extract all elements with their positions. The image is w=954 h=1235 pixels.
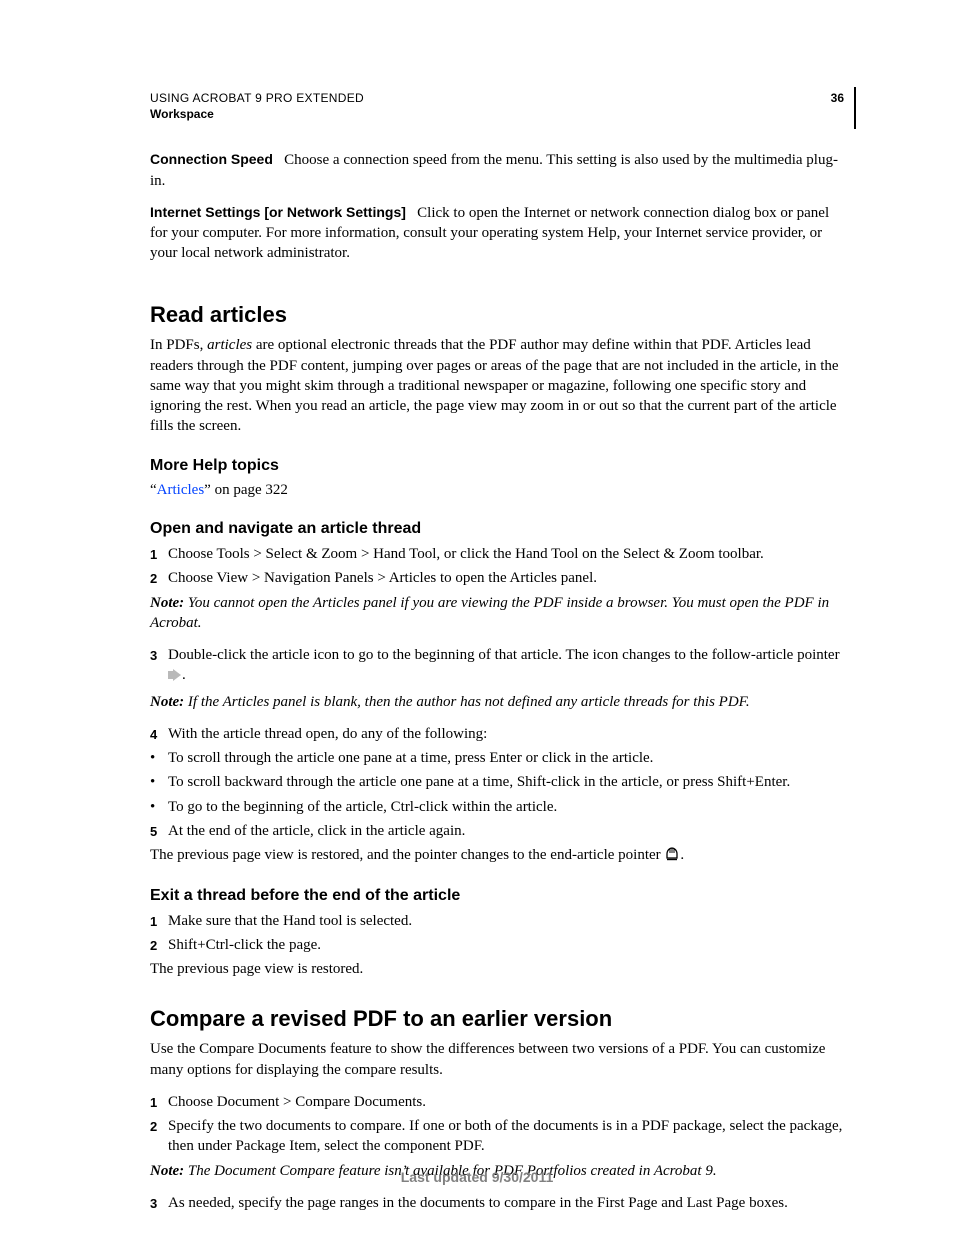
more-help-heading: More Help topics xyxy=(150,455,844,477)
note-browser: Note: You cannot open the Articles panel… xyxy=(150,593,844,634)
step-number: 2 xyxy=(150,568,168,588)
step-number: 2 xyxy=(150,1116,168,1136)
step-5: 5 At the end of the article, click in th… xyxy=(150,821,844,841)
more-help-line: “Articles” on page 322 xyxy=(150,480,844,500)
connection-speed-paragraph: Connection Speed Choose a connection spe… xyxy=(150,150,844,191)
compare-step-3-text: As needed, specify the page ranges in th… xyxy=(168,1193,844,1213)
compare-step-2: 2 Specify the two documents to compare. … xyxy=(150,1116,844,1157)
read-articles-section: Read articles In PDFs, articles are opti… xyxy=(150,300,844,980)
term-articles: articles xyxy=(207,337,252,353)
exit-thread-heading: Exit a thread before the end of the arti… xyxy=(150,885,844,907)
read-articles-heading: Read articles xyxy=(150,300,844,330)
step-5-text: At the end of the article, click in the … xyxy=(168,821,844,841)
compare-heading: Compare a revised PDF to an earlier vers… xyxy=(150,1004,844,1034)
step-3: 3 Double-click the article icon to go to… xyxy=(150,645,844,688)
note-label: Note: xyxy=(150,595,184,611)
step-number: 3 xyxy=(150,1193,168,1213)
header-vertical-rule xyxy=(854,87,856,129)
compare-step-1: 1 Choose Document > Compare Documents. xyxy=(150,1092,844,1112)
bullet-marker: • xyxy=(150,772,168,792)
bullet-scroll-forward: • To scroll through the article one pane… xyxy=(150,748,844,768)
exit-step-2-text: Shift+Ctrl-click the page. xyxy=(168,935,844,955)
bullet-text: To scroll backward through the article o… xyxy=(168,772,844,792)
page-header: USING ACROBAT 9 PRO EXTENDED Workspace 3… xyxy=(150,90,844,122)
page-number: 36 xyxy=(831,90,844,106)
open-navigate-heading: Open and navigate an article thread xyxy=(150,518,844,540)
link-articles[interactable]: Articles xyxy=(157,482,204,498)
step-number: 3 xyxy=(150,645,168,665)
read-articles-intro: In PDFs, articles are optional electroni… xyxy=(150,335,844,436)
bullet-marker: • xyxy=(150,748,168,768)
exit-step-1: 1 Make sure that the Hand tool is select… xyxy=(150,911,844,931)
end-article-pointer-icon xyxy=(664,847,680,867)
compare-step-2-text: Specify the two documents to compare. If… xyxy=(168,1116,844,1157)
step-number: 5 xyxy=(150,821,168,841)
header-section: Workspace xyxy=(150,106,844,122)
step-2-text: Choose View > Navigation Panels > Articl… xyxy=(168,568,844,588)
compare-step-3: 3 As needed, specify the page ranges in … xyxy=(150,1193,844,1213)
note-body: You cannot open the Articles panel if yo… xyxy=(150,595,829,631)
note-body: If the Articles panel is blank, then the… xyxy=(184,694,750,710)
step-number: 1 xyxy=(150,544,168,564)
step-4-text: With the article thread open, do any of … xyxy=(168,724,844,744)
page: USING ACROBAT 9 PRO EXTENDED Workspace 3… xyxy=(0,0,954,1235)
compare-intro: Use the Compare Documents feature to sho… xyxy=(150,1039,844,1080)
internet-settings-paragraph: Internet Settings [or Network Settings] … xyxy=(150,203,844,264)
step-1: 1 Choose Tools > Select & Zoom > Hand To… xyxy=(150,544,844,564)
step-4: 4 With the article thread open, do any o… xyxy=(150,724,844,744)
step-number: 2 xyxy=(150,935,168,955)
note-label: Note: xyxy=(150,694,184,710)
page-footer: Last updated 9/30/2011 xyxy=(0,1168,954,1187)
bullet-text: To go to the beginning of the article, C… xyxy=(168,797,844,817)
step-number: 1 xyxy=(150,911,168,931)
follow-article-pointer-icon xyxy=(168,667,182,687)
internet-settings-label: Internet Settings [or Network Settings] xyxy=(150,204,406,220)
note-blank-panel: Note: If the Articles panel is blank, th… xyxy=(150,692,844,712)
exit-step-1-text: Make sure that the Hand tool is selected… xyxy=(168,911,844,931)
more-help-topics: More Help topics “Articles” on page 322 xyxy=(150,455,844,501)
bullet-marker: • xyxy=(150,797,168,817)
exit-tail: The previous page view is restored. xyxy=(150,959,844,979)
compare-step-1-text: Choose Document > Compare Documents. xyxy=(168,1092,844,1112)
bullet-text: To scroll through the article one pane a… xyxy=(168,748,844,768)
bullet-scroll-backward: • To scroll backward through the article… xyxy=(150,772,844,792)
exit-step-2: 2 Shift+Ctrl-click the page. xyxy=(150,935,844,955)
step-3-text: Double-click the article icon to go to t… xyxy=(168,645,844,688)
step-2: 2 Choose View > Navigation Panels > Arti… xyxy=(150,568,844,588)
header-product: USING ACROBAT 9 PRO EXTENDED xyxy=(150,90,844,106)
step-number: 1 xyxy=(150,1092,168,1112)
connection-speed-label: Connection Speed xyxy=(150,151,273,167)
end-article-line: The previous page view is restored, and … xyxy=(150,845,844,867)
step-number: 4 xyxy=(150,724,168,744)
step-1-text: Choose Tools > Select & Zoom > Hand Tool… xyxy=(168,544,844,564)
bullet-go-beginning: • To go to the beginning of the article,… xyxy=(150,797,844,817)
